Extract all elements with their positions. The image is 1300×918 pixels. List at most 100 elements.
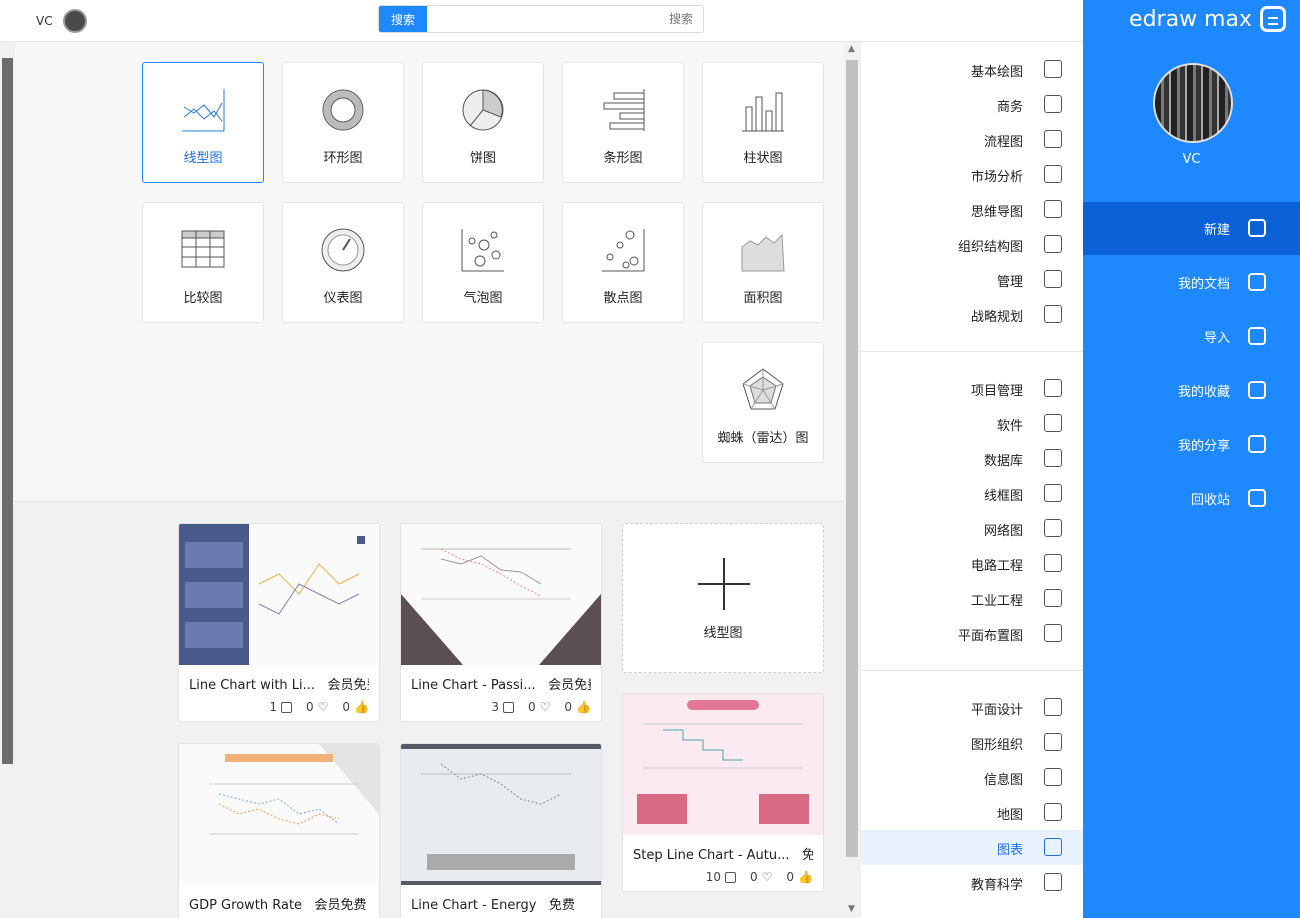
template-card[interactable]: Line Chart with Li... 会员免费 1 0♡ 0👍 bbox=[178, 523, 380, 722]
category-item[interactable]: 项目管理 bbox=[861, 371, 1083, 406]
like-count[interactable]: 0 👍 bbox=[786, 870, 813, 884]
category-label: 项目管理 bbox=[970, 384, 1023, 399]
new-blank-card[interactable]: 线型图 bbox=[622, 523, 824, 673]
template-stats: 1 0 ♡ 0 👍 bbox=[189, 700, 369, 714]
template-stats: 3 0 ♡ 0 👍 bbox=[411, 700, 591, 714]
copy-count[interactable]: 3 bbox=[491, 700, 514, 714]
rail-item[interactable]: 我的文档 bbox=[1083, 256, 1300, 309]
user-name: VC bbox=[36, 14, 53, 28]
category-group: 项目管理软件数据库线框图 网络图 电路工程 工业工程 平面布置图 bbox=[861, 352, 1083, 671]
app-window: VC 搜索 柱状图 条形图 饼图 环形 bbox=[0, 0, 1300, 918]
rail-item[interactable]: 我的收藏 bbox=[1083, 364, 1300, 417]
chart-type-gauge[interactable]: 仪表图 bbox=[282, 202, 404, 323]
category-label: 基本绘图 bbox=[970, 65, 1023, 80]
chart-type-radar[interactable]: 蜘蛛（雷达）图 bbox=[702, 342, 824, 463]
scroll-up-icon[interactable]: ▲ bbox=[848, 44, 855, 54]
category-item[interactable]: 思维导图 bbox=[861, 192, 1083, 227]
chart-type-scatter[interactable]: 散点图 bbox=[562, 202, 684, 323]
template-title: Line Chart - Passi... 会员免费 bbox=[411, 678, 591, 693]
template-thumbnail bbox=[623, 694, 823, 835]
thumbs-up-icon: 👍 bbox=[576, 700, 591, 714]
category-label: 平面设计 bbox=[970, 703, 1023, 718]
category-item[interactable]: 战略规划 bbox=[861, 297, 1083, 332]
category-item[interactable]: 工业工程 bbox=[861, 581, 1083, 616]
column-chart-icon bbox=[742, 92, 784, 132]
category-label: 管理 bbox=[996, 275, 1023, 290]
heart-count[interactable]: 0 ♡ bbox=[750, 870, 772, 884]
user-chip[interactable]: VC bbox=[36, 9, 87, 33]
left-scrollbar[interactable] bbox=[0, 42, 15, 918]
chart-type-pie[interactable]: 饼图 bbox=[422, 62, 544, 183]
donut-chart-icon bbox=[322, 89, 364, 131]
category-item[interactable]: 图形组织 bbox=[861, 725, 1083, 760]
category-item[interactable]: 地图 bbox=[861, 795, 1083, 830]
template-thumbnail bbox=[179, 744, 379, 885]
copy-count[interactable]: 10 bbox=[706, 870, 736, 884]
category-icon bbox=[1044, 95, 1062, 113]
template-card[interactable]: GDP Growth Rate 会员免费 bbox=[178, 743, 380, 918]
category-item[interactable]: 信息图 bbox=[861, 760, 1083, 795]
chart-type-comparison[interactable]: 比较图 bbox=[142, 202, 264, 323]
category-item[interactable]: 流程图 bbox=[861, 122, 1083, 157]
copy-count[interactable]: 1 bbox=[269, 700, 292, 714]
category-icon bbox=[1044, 305, 1062, 323]
rail-item[interactable]: 导入 bbox=[1083, 310, 1300, 363]
category-icon bbox=[1044, 698, 1062, 716]
left-scrollbar-thumb[interactable] bbox=[2, 58, 13, 764]
heart-count[interactable]: 0 ♡ bbox=[306, 700, 328, 714]
category-label: 地图 bbox=[996, 808, 1023, 823]
category-item[interactable]: 软件 bbox=[861, 406, 1083, 441]
chart-type-column[interactable]: 柱状图 bbox=[702, 62, 824, 183]
chart-type-bar[interactable]: 条形图 bbox=[562, 62, 684, 183]
heart-icon: ♡ bbox=[539, 700, 551, 714]
category-item[interactable]: 组织结构图 bbox=[861, 227, 1083, 262]
template-thumbnail bbox=[401, 744, 601, 885]
star-icon bbox=[1248, 381, 1266, 399]
heart-count[interactable]: 0 ♡ bbox=[528, 700, 550, 714]
template-card[interactable]: Line Chart - Energy 免费 bbox=[400, 743, 602, 918]
profile-name: VC bbox=[1182, 152, 1201, 167]
category-item[interactable]: 数据库 bbox=[861, 441, 1083, 476]
chart-type-bubble[interactable]: 气泡图 bbox=[422, 202, 544, 323]
category-item[interactable]: 电路工程 bbox=[861, 546, 1083, 581]
category-item[interactable]: 网络图 bbox=[861, 511, 1083, 546]
scroll-down-icon[interactable]: ▼ bbox=[848, 904, 855, 914]
copy-icon bbox=[281, 701, 292, 713]
category-icon bbox=[1044, 768, 1062, 786]
search-input[interactable] bbox=[427, 6, 703, 32]
share-icon bbox=[1248, 435, 1266, 453]
chart-type-line[interactable]: 线型图 bbox=[142, 62, 264, 183]
rail-item[interactable]: 回收站 bbox=[1083, 472, 1300, 525]
main-scrollbar-thumb[interactable] bbox=[846, 60, 858, 857]
chart-type-area[interactable]: 面积图 bbox=[702, 202, 824, 323]
category-label: 数据库 bbox=[983, 454, 1023, 469]
category-item[interactable]: 基本绘图 bbox=[861, 52, 1083, 87]
search-button[interactable]: 搜索 bbox=[379, 6, 427, 32]
category-item[interactable]: 管理 bbox=[861, 262, 1083, 297]
main-content: 柱状图 条形图 饼图 环形图 线型图 面积图 散点图 气泡图 仪表图 比较图 蜘… bbox=[15, 42, 844, 918]
heart-icon: ♡ bbox=[317, 700, 329, 714]
category-item[interactable]: 平面布置图 bbox=[861, 616, 1083, 651]
template-card[interactable]: Line Chart - Passi... 会员免费 3 0♡ 0👍 bbox=[400, 523, 602, 722]
user-avatar[interactable] bbox=[62, 9, 87, 33]
like-count[interactable]: 0 👍 bbox=[342, 700, 369, 714]
template-card[interactable]: Step Line Chart - Autu... 免费 10 0♡ 0👍 bbox=[622, 693, 824, 892]
like-count[interactable]: 0 👍 bbox=[564, 700, 591, 714]
main-scrollbar[interactable]: ▲ ▼ bbox=[844, 42, 860, 918]
rail-item-label: 新建 bbox=[1203, 223, 1230, 238]
chart-type-donut[interactable]: 环形图 bbox=[282, 62, 404, 183]
category-item[interactable]: 线框图 bbox=[861, 476, 1083, 511]
category-item[interactable]: 平面设计 bbox=[861, 690, 1083, 725]
chart-type-label: 线型图 bbox=[183, 151, 223, 166]
category-item[interactable]: 市场分析 bbox=[861, 157, 1083, 192]
category-label: 软件 bbox=[996, 419, 1023, 434]
profile-avatar[interactable] bbox=[1153, 63, 1233, 143]
rail-item[interactable]: 我的分享 bbox=[1083, 418, 1300, 471]
category-item[interactable]: 商务 bbox=[861, 87, 1083, 122]
template-title: Line Chart with Li... 会员免费 bbox=[189, 678, 369, 693]
category-item[interactable]: 教育科学 bbox=[861, 865, 1083, 900]
rail-item[interactable]: 新建 bbox=[1083, 202, 1300, 255]
category-item[interactable]: 图表 bbox=[861, 830, 1083, 865]
category-label: 教育科学 bbox=[970, 878, 1023, 893]
category-icon bbox=[1044, 838, 1062, 856]
